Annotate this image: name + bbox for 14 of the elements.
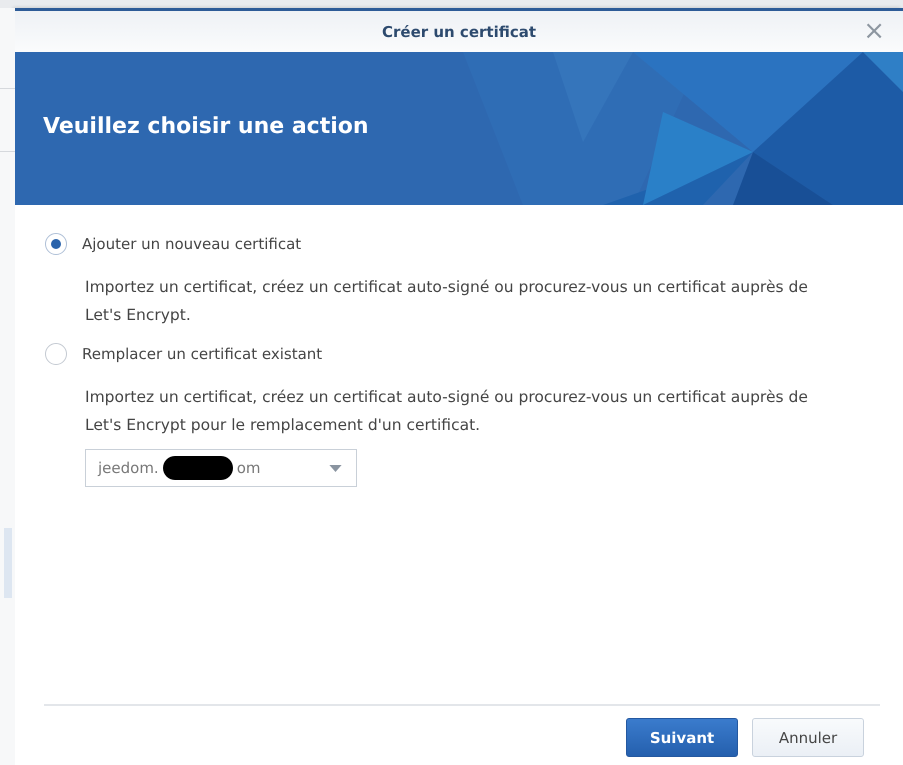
- option-label[interactable]: Ajouter un nouveau certificat: [82, 235, 302, 253]
- dropdown-value: jeedom.: [98, 459, 159, 477]
- banner-heading: Veuillez choisir une action: [43, 114, 369, 138]
- radio-button[interactable]: [45, 233, 67, 255]
- radio-button[interactable]: [45, 343, 67, 365]
- next-button[interactable]: Suivant: [626, 718, 738, 757]
- option-description: Importez un certificat, créez un certificat auto-signé ou procurez-vous un certificat auprès de Let's Encrypt pour le remplacement d'un certificat.: [85, 387, 809, 436]
- certificate-dropdown[interactable]: jeedom. om: [85, 449, 357, 487]
- option-label[interactable]: Remplacer un certificat existant: [82, 345, 322, 363]
- option-description: Importez un certificat, créez un certificat auto-signé ou procurez-vous un certificat auprès de Let's Encrypt.: [85, 277, 809, 326]
- caret-icon: [329, 465, 342, 472]
- cancel-button[interactable]: Annuler: [752, 718, 864, 757]
- window-title: Créer un certificat: [382, 22, 536, 40]
- dropdown-value: om: [236, 459, 260, 477]
